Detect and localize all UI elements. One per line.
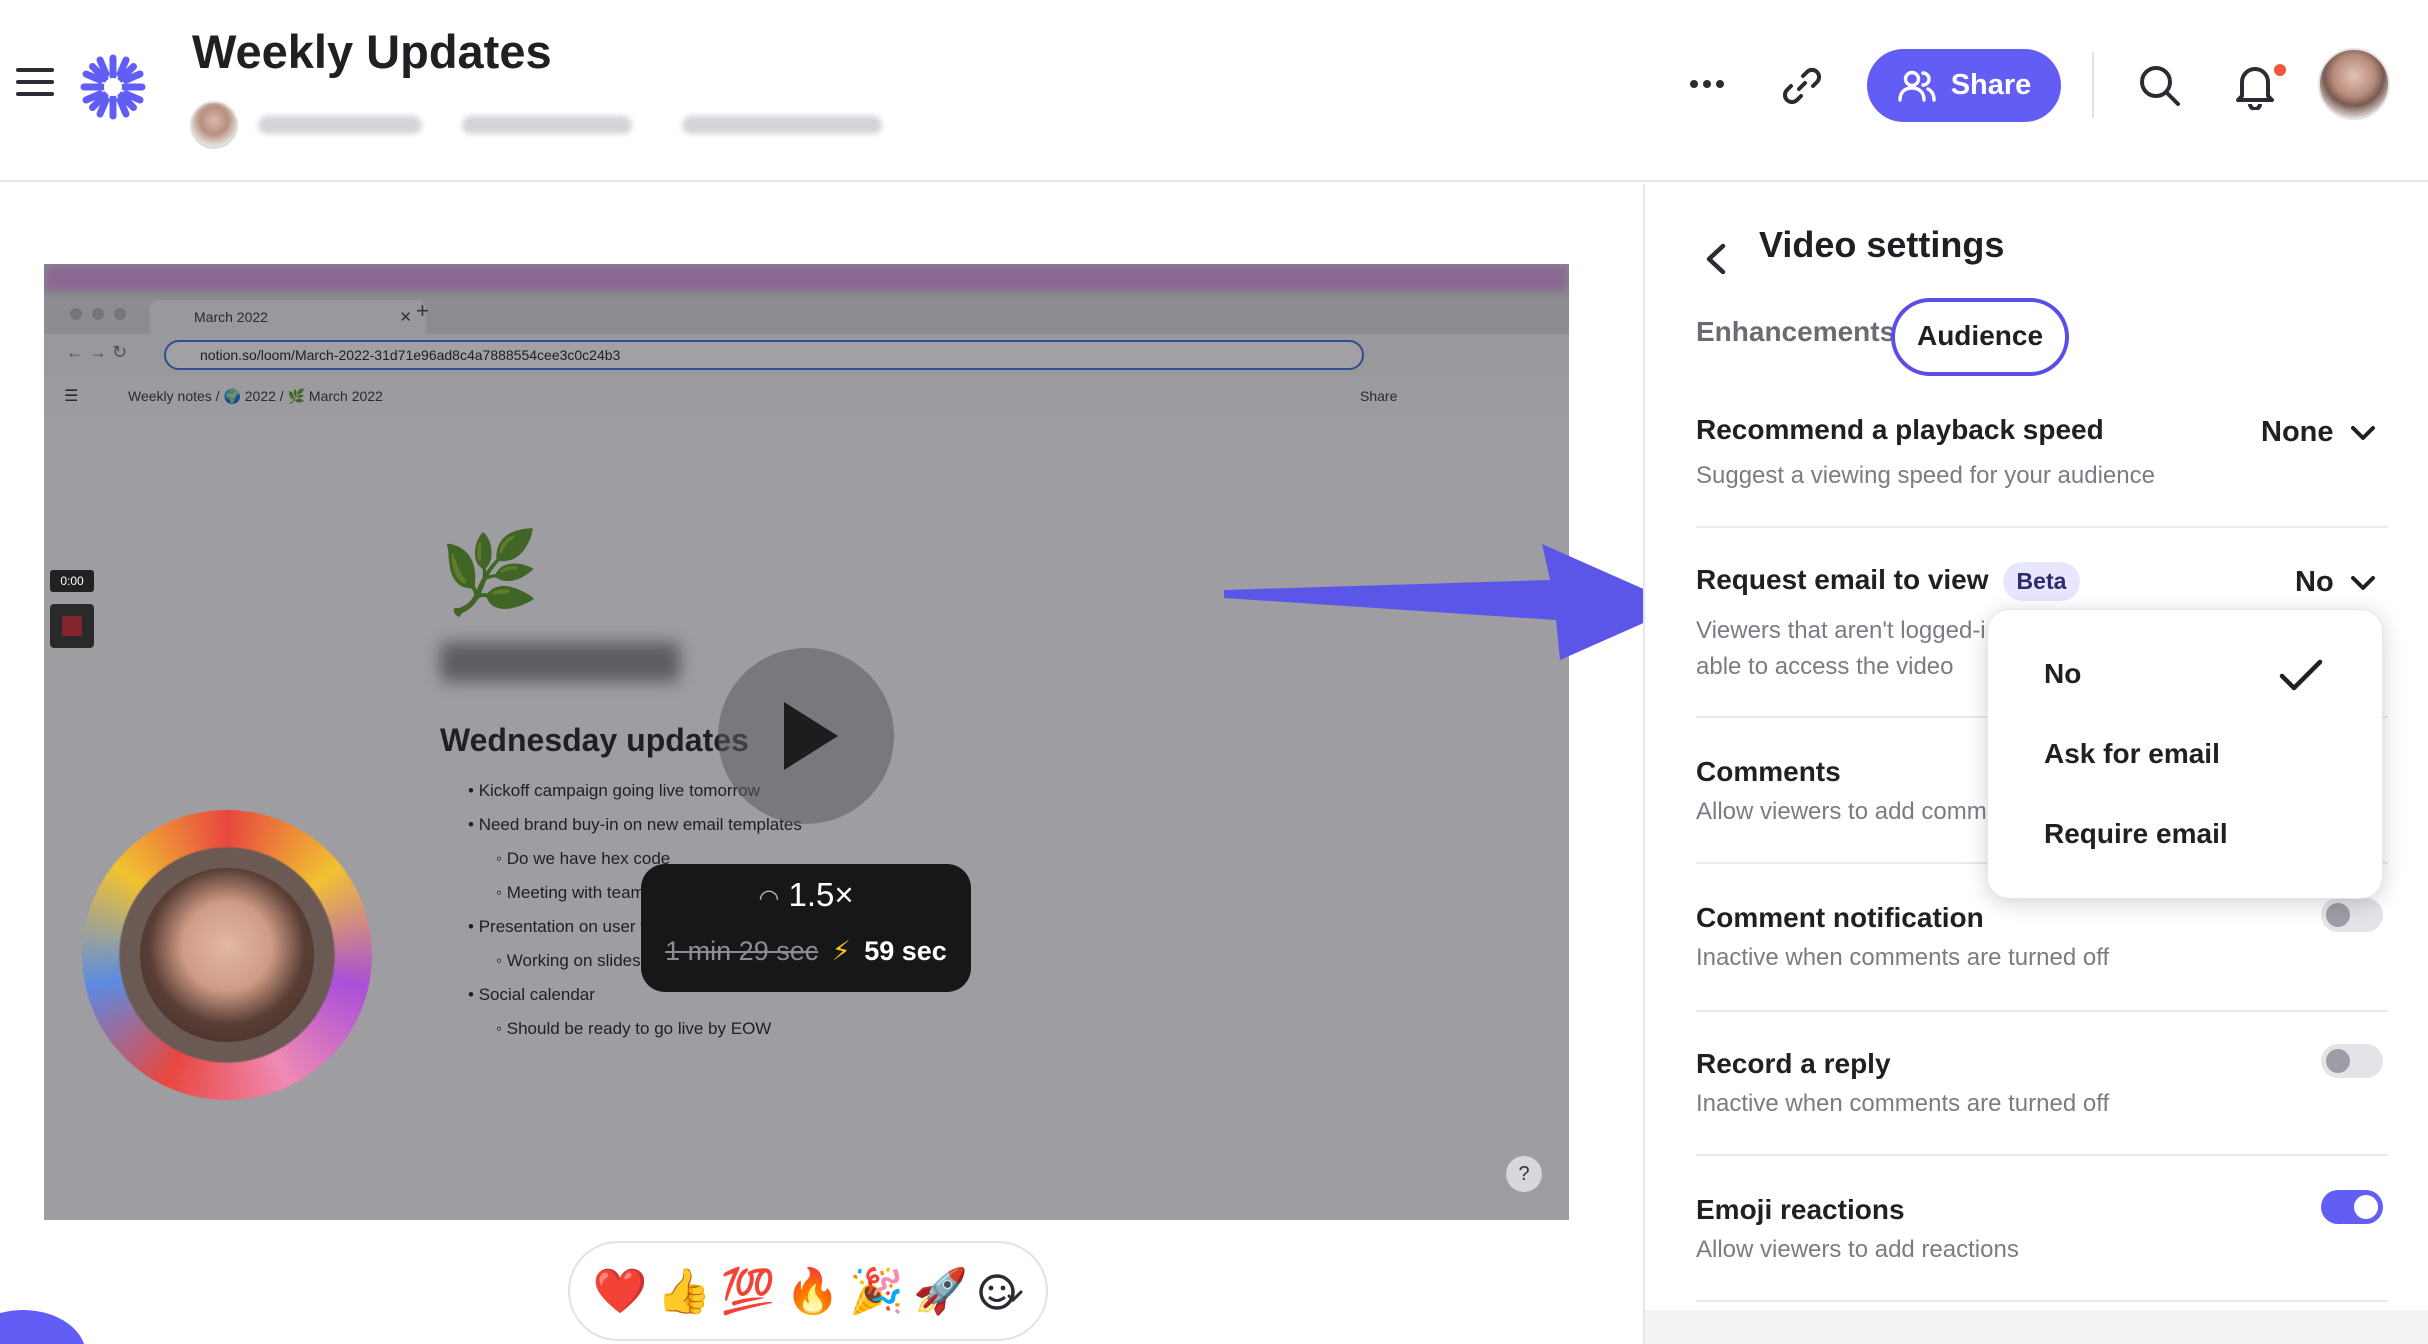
comment-notification-desc: Inactive when comments are turned off [1696, 944, 2110, 971]
party-reaction[interactable]: 🎉 [849, 1265, 904, 1317]
comment-notification-title: Comment notification [1696, 902, 1984, 933]
comment-notification-toggle[interactable] [2321, 898, 2383, 932]
rocket-reaction[interactable]: 🚀 [913, 1265, 968, 1317]
chevron-down-icon [2350, 425, 2375, 440]
top-header: Weekly Updates Share [0, 0, 2428, 182]
header-divider [2092, 52, 2094, 118]
tab-enhancements[interactable]: Enhancements [1696, 316, 1895, 348]
creator-avatar[interactable] [190, 101, 238, 149]
original-duration: 1 min 29 sec [665, 936, 819, 966]
menu-option-no[interactable]: No [2044, 658, 2081, 690]
heart-reaction[interactable]: ❤️ [593, 1265, 648, 1317]
timestamp-badge: 0:00 [50, 570, 94, 592]
request-email-dropdown[interactable]: No [2295, 566, 2376, 599]
request-email-row-title: Request email to view Beta [1696, 562, 2388, 601]
search-icon[interactable] [2136, 62, 2182, 108]
back-chevron-icon[interactable] [1701, 240, 1729, 278]
setting-record-reply: Record a reply Inactive when comments ar… [1696, 1048, 2388, 1122]
loom-logo-icon[interactable] [80, 54, 146, 120]
tab-audience[interactable]: Audience [1891, 298, 2069, 376]
video-player[interactable]: March 2022 ✕ + ← → ↻ notion.so/loom/Marc… [44, 264, 1569, 1220]
fire-reaction[interactable]: 🔥 [785, 1265, 840, 1317]
creator-name-blurred [258, 116, 422, 134]
speed-badge[interactable]: ◠ 1.5× 1 min 29 sec ⚡ 59 sec [641, 864, 971, 992]
speed-gauge-icon: ◠ [758, 885, 780, 912]
annotation-arrow-icon [1224, 544, 1682, 660]
thumbs-up-reaction[interactable]: 👍 [657, 1265, 712, 1317]
video-meta [190, 100, 882, 150]
panel-bottom-strip [1645, 1310, 2428, 1344]
playback-speed-value: None [2261, 416, 2334, 448]
panel-title: Video settings [1759, 224, 2005, 265]
menu-option-require-email[interactable]: Require email [2044, 818, 2228, 850]
setting-comment-notification: Comment notification Inactive when comme… [1696, 902, 2388, 976]
add-reaction-icon[interactable] [977, 1268, 1023, 1314]
divider [1696, 526, 2388, 528]
emoji-reactions-desc: Allow viewers to add reactions [1696, 1236, 2019, 1263]
speed-value: 1.5× [788, 876, 854, 913]
beta-badge: Beta [2002, 562, 2081, 601]
playback-speed-dropdown[interactable]: None [2261, 416, 2376, 449]
more-options-icon[interactable] [1690, 80, 1724, 90]
record-reply-toggle[interactable] [2321, 1044, 2383, 1078]
record-reply-title: Record a reply [1696, 1048, 1891, 1079]
share-label: Share [1950, 69, 2032, 101]
notification-dot [2272, 62, 2288, 78]
setting-emoji-reactions: Emoji reactions Allow viewers to add rea… [1696, 1194, 2388, 1268]
request-email-value: No [2295, 566, 2334, 598]
record-reply-desc: Inactive when comments are turned off [1696, 1090, 2110, 1117]
play-icon [784, 702, 838, 770]
hundred-reaction[interactable]: 💯 [721, 1265, 776, 1317]
share-button[interactable]: Share [1867, 49, 2061, 122]
request-email-title: Request email to view [1696, 563, 1989, 595]
divider [1696, 1300, 2388, 1302]
checkmark-icon [2279, 659, 2323, 691]
emoji-reactions-toggle[interactable] [2321, 1190, 2383, 1224]
date-blurred [462, 116, 632, 134]
reactions-bar: ❤️ 👍 💯 🔥 🎉 🚀 [568, 1241, 1048, 1341]
new-duration: 59 sec [864, 936, 947, 966]
add-people-icon [1897, 70, 1936, 102]
folder-blurred[interactable] [682, 116, 882, 134]
chevron-down-icon [2350, 575, 2375, 590]
video-top-tint [44, 264, 1569, 292]
request-email-menu: No Ask for email Require email [1987, 609, 2383, 899]
emoji-reactions-title: Emoji reactions [1696, 1194, 1905, 1225]
copy-link-icon[interactable] [1780, 64, 1824, 108]
divider [1696, 1154, 2388, 1156]
lightning-icon: ⚡ [831, 936, 851, 966]
page-title[interactable]: Weekly Updates [192, 24, 552, 79]
camera-bubble [140, 868, 314, 1042]
user-avatar[interactable] [2318, 48, 2390, 120]
menu-icon[interactable] [16, 66, 56, 98]
record-stop-icon [50, 604, 94, 648]
menu-option-ask-for-email[interactable]: Ask for email [2044, 738, 2220, 770]
playback-speed-desc: Suggest a viewing speed for your audienc… [1696, 462, 2155, 489]
help-button[interactable]: ? [1506, 1156, 1542, 1192]
divider [1696, 1010, 2388, 1012]
